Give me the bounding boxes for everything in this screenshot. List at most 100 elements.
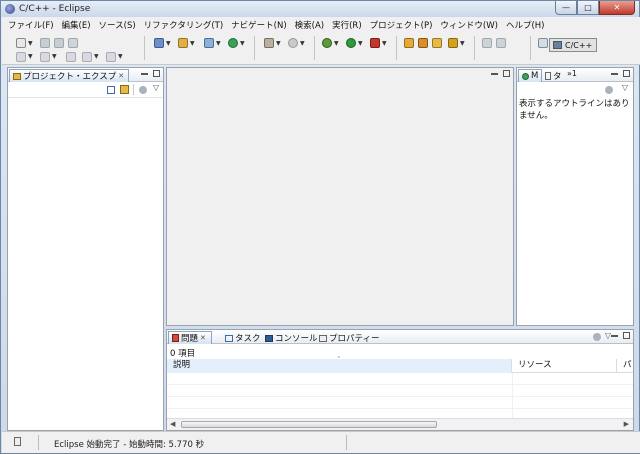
fast-view-icon[interactable] (14, 437, 21, 446)
external-tools-icon[interactable] (288, 38, 298, 48)
build-all-icon[interactable] (16, 52, 26, 62)
open-element-icon[interactable] (418, 38, 428, 48)
menu-bar: ファイル(F) 編集(E) ソース(S) リファクタリング(T) ナビゲート(N… (2, 17, 640, 32)
menu-project[interactable]: プロジェクト(P) (366, 19, 437, 31)
external-tools-dropdown-icon[interactable]: ▼ (300, 40, 305, 47)
new-folder-icon[interactable] (178, 38, 188, 48)
main-toolbar: ▼ ▼ ▼ ▼ ▼ ▼ ▼ ▼ ▼ ▼ ▼ ▼ ▼ ▼ ▼ (2, 32, 640, 65)
close-tab-icon[interactable]: ✕ (118, 72, 124, 80)
profile-dropdown-icon[interactable]: ▼ (382, 40, 387, 47)
new-project-dropdown-icon[interactable]: ▼ (166, 40, 171, 47)
menu-run[interactable]: 実行(R) (328, 19, 366, 31)
tab-problems[interactable]: 問題 ✕ (168, 331, 212, 344)
toggle-mark-icon[interactable] (496, 38, 506, 48)
forward-dropdown-icon[interactable]: ▼ (118, 53, 123, 60)
minimize-icon[interactable] (491, 70, 498, 75)
maximize-icon[interactable] (623, 70, 630, 77)
prev-annotation-dropdown-icon[interactable]: ▼ (52, 53, 57, 60)
problems-tab-label: 問題 (181, 334, 199, 344)
maximize-icon[interactable] (503, 70, 510, 77)
menu-search[interactable]: 検索(A) (291, 19, 328, 31)
horizontal-scrollbar[interactable]: ◀ ▶ (167, 418, 633, 430)
print-icon[interactable] (68, 38, 78, 48)
maximize-icon[interactable] (153, 70, 160, 77)
build-hammer-icon[interactable] (264, 38, 274, 48)
tab-overflow-label[interactable]: »1 (567, 69, 577, 78)
panel-controls (611, 332, 630, 339)
minimize-icon[interactable] (141, 70, 148, 75)
perspective-cpp-button[interactable]: C/C++ (549, 38, 597, 52)
build-dropdown-icon[interactable]: ▼ (28, 53, 33, 60)
run-icon[interactable] (346, 38, 356, 48)
column-description[interactable]: 説明 ˆ (167, 356, 512, 373)
menu-file[interactable]: ファイル(F) (4, 19, 58, 31)
column-resource[interactable]: リソース (512, 359, 617, 373)
new-file-dropdown-icon[interactable]: ▼ (240, 40, 245, 47)
document-icon (545, 72, 551, 80)
column-path[interactable]: パス (617, 359, 635, 373)
window-title: C/C++ - Eclipse (19, 4, 91, 14)
view-menu-icon[interactable]: ▽ (622, 83, 628, 92)
open-folder-icon[interactable] (432, 38, 442, 48)
back-arrow-icon[interactable] (82, 52, 92, 62)
status-separator (38, 435, 39, 450)
back-dropdown-icon[interactable]: ▼ (94, 53, 99, 60)
scroll-left-icon[interactable]: ◀ (170, 420, 175, 428)
panel-controls (141, 70, 160, 77)
tab-project-explorer[interactable]: プロジェクト・エクスプ ✕ (9, 69, 130, 82)
title-bar: C/C++ - Eclipse — □ ✕ (1, 1, 639, 17)
forward-icon[interactable] (106, 52, 116, 62)
project-explorer-tab-label: プロジェクト・エクスプ (23, 72, 117, 82)
maximize-window-button[interactable]: □ (577, 1, 599, 15)
tasks-icon (225, 334, 233, 342)
filter-icon[interactable] (605, 86, 613, 94)
column-resource-label: リソース (518, 360, 552, 370)
scrollbar-thumb[interactable] (181, 421, 437, 428)
minimize-window-button[interactable]: — (555, 1, 577, 15)
debug-dropdown-icon[interactable]: ▼ (334, 40, 339, 47)
new-class-dropdown-icon[interactable]: ▼ (216, 40, 221, 47)
new-class-icon[interactable] (204, 38, 214, 48)
prev-annotation-icon[interactable] (40, 52, 50, 62)
close-window-button[interactable]: ✕ (599, 1, 635, 15)
new-cpp-project-icon[interactable] (154, 38, 164, 48)
filter-icon[interactable] (593, 333, 601, 341)
scroll-right-icon[interactable]: ▶ (624, 420, 629, 428)
minimize-icon[interactable] (611, 332, 618, 337)
next-annotation-icon[interactable] (482, 38, 492, 48)
link-with-editor-icon[interactable] (120, 85, 129, 94)
open-type-icon[interactable] (404, 38, 414, 48)
back-icon[interactable] (66, 52, 76, 62)
menu-help[interactable]: ヘルプ(H) (502, 19, 549, 31)
close-tab-icon[interactable]: ✕ (200, 334, 206, 342)
maximize-icon[interactable] (623, 332, 630, 339)
minimize-icon[interactable] (611, 70, 618, 75)
new-file-icon[interactable] (228, 38, 238, 48)
tab-properties[interactable]: プロパティー (319, 332, 380, 344)
menu-navigate[interactable]: ナビゲート(N) (227, 19, 291, 31)
toolbar-separator (396, 36, 397, 60)
collapse-all-icon[interactable] (107, 86, 115, 94)
new-dropdown-icon[interactable]: ▼ (28, 40, 33, 47)
tab-tasks[interactable]: タスク (225, 332, 261, 344)
search-icon[interactable] (448, 38, 458, 48)
filter-icon[interactable] (139, 86, 147, 94)
menu-edit[interactable]: 編集(E) (58, 19, 95, 31)
debug-icon[interactable] (322, 38, 332, 48)
search-dropdown-icon[interactable]: ▼ (460, 40, 465, 47)
open-perspective-icon[interactable] (538, 38, 548, 48)
menu-source[interactable]: ソース(S) (95, 19, 140, 31)
new-folder-dropdown-icon[interactable]: ▼ (190, 40, 195, 47)
view-menu-icon[interactable]: ▽ (153, 83, 159, 92)
run-dropdown-icon[interactable]: ▼ (358, 40, 363, 47)
menu-refactor[interactable]: リファクタリング(T) (140, 19, 228, 31)
profile-icon[interactable] (370, 38, 380, 48)
save-icon[interactable] (40, 38, 50, 48)
menu-window[interactable]: ウィンドウ(W) (436, 19, 502, 31)
tab-outline[interactable]: M (518, 69, 543, 82)
new-icon[interactable] (16, 38, 26, 48)
build-config-dropdown-icon[interactable]: ▼ (276, 40, 281, 47)
tab-console[interactable]: コンソール (265, 332, 318, 344)
tab-type-hierarchy[interactable]: タ (545, 70, 562, 82)
save-all-icon[interactable] (54, 38, 64, 48)
